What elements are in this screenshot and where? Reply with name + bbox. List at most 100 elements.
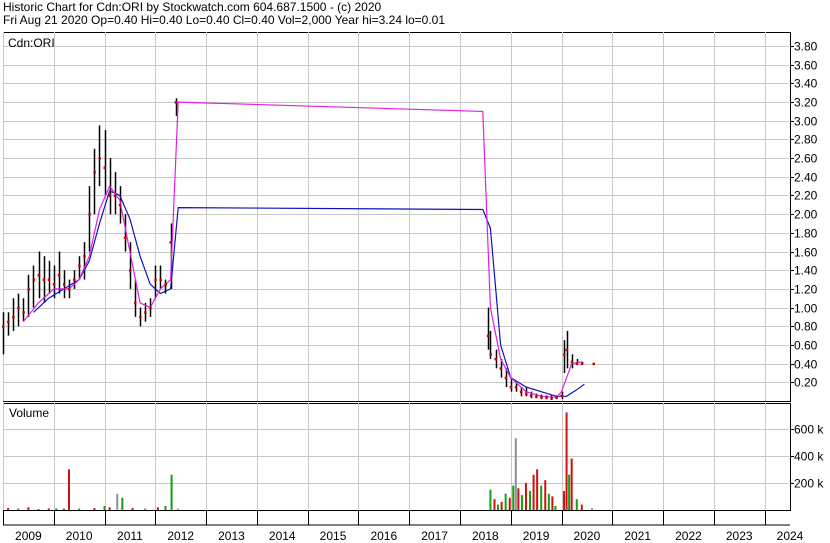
volume-bar	[504, 493, 507, 510]
volume-tick-label: 600 k	[794, 423, 824, 437]
volume-bar	[177, 508, 180, 510]
close-price-dot	[575, 362, 579, 366]
close-price-dot	[154, 278, 157, 282]
price-tick-label: 2.40	[794, 171, 818, 185]
close-price-dot	[494, 357, 498, 361]
close-price-dot	[563, 353, 566, 356]
volume-bar	[497, 504, 500, 510]
volume-bar	[508, 497, 511, 510]
close-price-dot	[57, 273, 61, 277]
close-price-dot	[555, 396, 558, 399]
volume-bar	[7, 507, 10, 510]
volume-bar	[493, 499, 496, 510]
year-tick-label: 2010	[66, 529, 93, 543]
year-tick-label: 2017	[421, 529, 448, 543]
year-tick-label: 2012	[167, 529, 194, 543]
year-tick-label: 2019	[523, 529, 550, 543]
close-price-dot	[103, 166, 107, 169]
close-price-dot	[174, 101, 178, 104]
close-price-dot	[12, 315, 15, 319]
year-tick-label: 2022	[675, 529, 702, 543]
volume-bar	[500, 501, 503, 510]
year-tick-label: 2015	[320, 529, 347, 543]
volume-tick-label: 200 k	[794, 477, 824, 491]
volume-bar	[121, 497, 124, 510]
close-price-dot	[88, 213, 91, 216]
close-price-dot	[2, 325, 5, 328]
year-tick-label: 2009	[15, 529, 42, 543]
price-tick-label: 2.00	[794, 208, 818, 222]
volume-bar	[514, 438, 517, 510]
close-price-dot	[17, 306, 20, 310]
volume-bar	[524, 482, 527, 510]
volume-bar	[17, 508, 20, 510]
close-price-dot	[570, 360, 574, 364]
year-tick-label: 2013	[218, 529, 245, 543]
close-price-dot	[565, 348, 569, 352]
symbol-label: Cdn:ORI	[8, 36, 55, 50]
volume-bar	[540, 485, 543, 510]
close-price-dot	[22, 311, 25, 314]
volume-bar	[93, 507, 96, 510]
year-tick-label: 2021	[624, 529, 651, 543]
close-price-dot	[540, 396, 543, 399]
close-price-dot	[489, 353, 492, 356]
price-tick-label: 3.40	[794, 77, 818, 91]
close-price-dot	[592, 362, 596, 366]
close-price-dot	[499, 367, 503, 370]
volume-bar	[62, 508, 65, 510]
volume-bar	[108, 507, 111, 510]
volume-bar	[37, 508, 40, 510]
price-tick-label: 3.20	[794, 96, 818, 110]
close-price-dot	[149, 306, 152, 310]
close-price-dot	[68, 287, 71, 291]
price-tick-label: 2.20	[794, 189, 818, 203]
year-tick-label: 2024	[777, 529, 804, 543]
volume-bar	[156, 507, 159, 510]
volume-bar	[47, 508, 50, 510]
volume-bar	[144, 508, 147, 510]
stock-chart: Cdn:ORI 0.20 0.40 0.60 0.80 1.00 1.20 1.40 1.60…	[2, 32, 824, 543]
volume-bar	[565, 412, 568, 510]
volume-bar	[590, 508, 593, 510]
close-price-dot	[128, 269, 132, 272]
year-tick-label: 2016	[370, 529, 397, 543]
volume-bar	[170, 474, 173, 510]
close-price-dot	[139, 315, 142, 319]
volume-bar	[554, 505, 557, 510]
close-price-dot	[514, 385, 518, 389]
volume-bar	[563, 491, 566, 510]
close-price-dot	[83, 255, 86, 258]
price-tick-label: 0.60	[794, 339, 818, 353]
year-tick-label: 2014	[269, 529, 296, 543]
close-price-dot	[519, 390, 523, 394]
volume-bar	[551, 496, 554, 510]
year-axis: 2009 2010 2011 2012 2013 2014 2015 2016 2017 2018…	[3, 510, 804, 543]
close-price-dot	[118, 203, 122, 207]
close-price-dot	[545, 396, 548, 399]
volume-bar	[575, 499, 578, 510]
price-tick-label: 1.20	[794, 283, 818, 297]
volume-label: Volume	[9, 406, 49, 420]
close-price-dot	[108, 194, 112, 197]
price-tick-label: 0.80	[794, 320, 818, 334]
volume-bar	[55, 508, 58, 510]
volume-bar	[27, 507, 30, 510]
close-price-dot	[98, 157, 101, 160]
close-price-dot	[560, 394, 564, 397]
close-price-dot	[113, 194, 117, 197]
close-price-dot	[42, 278, 46, 282]
year-tick-label: 2018	[472, 529, 499, 543]
close-price-dot	[62, 283, 66, 286]
close-price-dot	[169, 241, 173, 244]
volume-bar	[131, 507, 134, 510]
year-tick-label: 2011	[117, 529, 143, 543]
price-tick-label: 3.80	[794, 40, 818, 54]
price-panel-frame	[3, 32, 791, 402]
close-price-dot	[32, 278, 35, 282]
close-price-dot	[52, 283, 56, 286]
price-tick-label: 0.20	[794, 376, 818, 390]
close-price-dot	[530, 394, 533, 397]
close-price-dot	[144, 311, 147, 314]
volume-bar	[536, 469, 539, 510]
